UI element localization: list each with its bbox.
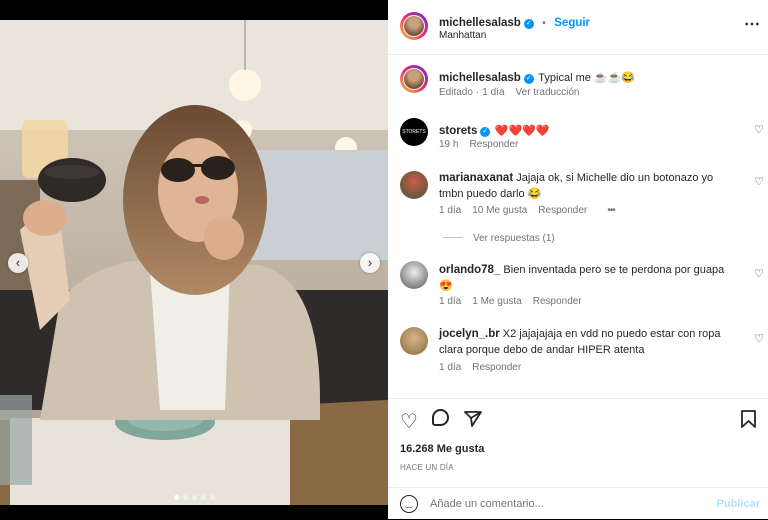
post-image xyxy=(0,20,388,505)
comment-input[interactable] xyxy=(430,495,690,513)
carousel-next-button[interactable]: › xyxy=(360,253,380,273)
comment-username[interactable]: orlando78_ xyxy=(439,264,500,276)
comment-text: ❤️❤️❤️❤️ xyxy=(494,125,550,137)
translate-link[interactable]: Ver traducción xyxy=(516,87,580,98)
location-link[interactable]: Manhattan xyxy=(439,30,486,41)
more-options-icon[interactable]: ⋯ xyxy=(744,14,760,34)
like-icon[interactable]: ♡ xyxy=(400,409,418,434)
add-comment-bar: ‿ Publicar xyxy=(388,487,768,520)
carousel-dot xyxy=(200,495,206,500)
comment-like-icon[interactable]: ♡ xyxy=(754,123,764,136)
publish-button[interactable]: Publicar xyxy=(717,498,760,510)
comment-username[interactable]: marianaxanat xyxy=(439,172,513,184)
comment-like-icon[interactable]: ♡ xyxy=(754,332,764,345)
commenter-avatar[interactable] xyxy=(400,327,428,355)
share-icon[interactable] xyxy=(464,410,482,428)
post-photo[interactable]: ‹ › xyxy=(0,0,388,519)
comment-time[interactable]: 1 día xyxy=(439,362,461,373)
view-replies-link[interactable]: Ver respuestas (1) xyxy=(443,233,566,244)
post-time[interactable]: HACE UN DÍA xyxy=(400,463,454,472)
likes-count[interactable]: 16.268 Me gusta xyxy=(400,443,484,455)
comment-more-icon[interactable]: ••• xyxy=(607,205,615,216)
commenter-avatar[interactable] xyxy=(400,261,428,289)
carousel-prev-button[interactable]: ‹ xyxy=(8,253,28,273)
carousel-dot xyxy=(209,495,215,500)
comment-username[interactable]: storets xyxy=(439,125,477,137)
follow-button[interactable]: Seguir xyxy=(554,17,590,29)
reply-button[interactable]: Responder xyxy=(533,296,582,307)
carousel-dot xyxy=(182,495,188,500)
commenter-avatar[interactable]: STORETS xyxy=(400,118,428,146)
author-avatar[interactable] xyxy=(400,12,428,40)
comment-icon[interactable] xyxy=(432,409,449,426)
comment-like-icon[interactable]: ♡ xyxy=(754,175,764,188)
post-header: michellesalasb ✓ • Seguir Manhattan ⋯ xyxy=(388,0,768,55)
comment-body: orlando78_ Bien inventada pero se te per… xyxy=(439,262,729,294)
reply-button[interactable]: Responder xyxy=(469,139,518,150)
caption-username[interactable]: michellesalasb xyxy=(439,72,521,84)
post-actions: ♡ 16.268 Me gusta HACE UN DÍA xyxy=(388,398,768,487)
carousel-dot xyxy=(191,495,197,500)
caption-edited: Editado xyxy=(439,87,473,98)
verified-icon: ✓ xyxy=(523,74,534,84)
comment-likes[interactable]: 10 Me gusta xyxy=(472,205,527,216)
caption-time[interactable]: 1 día xyxy=(482,87,504,98)
author-username[interactable]: michellesalasb xyxy=(439,17,521,29)
emoji-icon[interactable]: ‿ xyxy=(400,495,418,513)
reply-button[interactable]: Responder xyxy=(538,205,587,216)
reply-button[interactable]: Responder xyxy=(472,362,521,373)
caption-text: Typical me ☕☕😂 xyxy=(538,72,635,84)
comment-username[interactable]: jocelyn_.br xyxy=(439,328,500,340)
verified-icon: ✓ xyxy=(480,127,491,137)
carousel-indicator xyxy=(0,487,388,505)
comment-body: marianaxanat Jajaja ok, si Michelle dio … xyxy=(439,170,729,202)
comment-time[interactable]: 1 día xyxy=(439,205,461,216)
commenter-avatar[interactable] xyxy=(400,171,428,199)
header-separator: • xyxy=(542,18,546,29)
comment-time[interactable]: 1 día xyxy=(439,296,461,307)
comment-like-icon[interactable]: ♡ xyxy=(754,267,764,280)
carousel-dot xyxy=(173,495,179,500)
comment-body: jocelyn_.br X2 jajajajaja en vdd no pued… xyxy=(439,326,729,358)
comment-likes[interactable]: 1 Me gusta xyxy=(472,296,521,307)
comments-list: michellesalasb ✓ Typical me ☕☕😂 Editado · 1… xyxy=(388,55,768,398)
comment-time[interactable]: 19 h xyxy=(439,139,458,150)
post-side-panel: michellesalasb ✓ • Seguir Manhattan ⋯ mic… xyxy=(388,0,768,519)
verified-icon: ✓ xyxy=(523,19,534,29)
caption-avatar[interactable] xyxy=(400,65,428,93)
save-icon[interactable] xyxy=(741,410,756,428)
view-replies-label: Ver respuestas (1) xyxy=(473,233,555,244)
